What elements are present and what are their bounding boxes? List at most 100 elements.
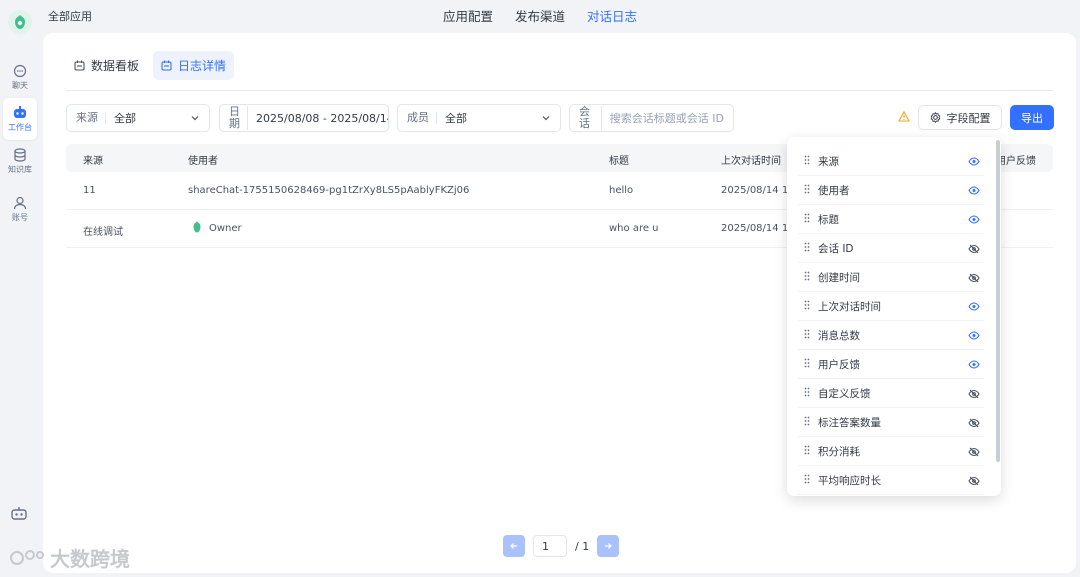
field-config-item-label: 自定义反馈 [818, 388, 871, 400]
database-icon [14, 147, 26, 162]
source-select[interactable]: 来源 全部 [66, 104, 210, 132]
drag-handle-icon[interactable] [804, 329, 810, 342]
cell-title: hello [609, 185, 634, 196]
rail-item-workbench[interactable]: 工作台 [3, 98, 37, 140]
page-total: / 1 [575, 539, 590, 553]
cell-title: who are u [609, 223, 659, 234]
tab-publish-channel[interactable]: 发布渠道 [515, 6, 565, 25]
chevron-down-icon [542, 116, 550, 121]
field-config-item-label: 创建时间 [818, 272, 860, 284]
tab-app-config[interactable]: 应用配置 [443, 6, 493, 25]
subtab-label: 日志详情 [178, 59, 227, 73]
field-config-item[interactable]: 积分消耗 [798, 438, 984, 466]
eye-icon[interactable] [968, 186, 980, 195]
arrow-right-icon [605, 543, 613, 549]
next-page-button[interactable] [597, 535, 620, 557]
field-config-item-label: 上次对话时间 [818, 301, 881, 313]
search-placeholder: 搜索会话标题或会话 ID [609, 112, 724, 125]
chevron-down-icon [191, 116, 199, 121]
member-select[interactable]: 成员 全部 [397, 104, 561, 132]
drag-handle-icon[interactable] [804, 358, 810, 371]
rail-item-account[interactable]: 账号 [3, 188, 37, 230]
date-range-picker[interactable]: 日期 2025/08/08 - 2025/08/14 [219, 104, 389, 132]
rail-item-chat[interactable]: 聊天 [3, 56, 37, 98]
dropdown-scrollbar[interactable] [996, 140, 1000, 462]
column-header: 使用者 [188, 156, 218, 167]
eye-icon[interactable] [968, 157, 980, 166]
session-search-input[interactable]: 会话 搜索会话标题或会话 ID [569, 104, 734, 132]
field-config-item[interactable]: 创建时间 [798, 264, 984, 292]
drag-handle-icon[interactable] [804, 474, 810, 487]
field-config-item-label: 标注答案数量 [818, 417, 881, 429]
watermark-text: 大数跨境 [50, 547, 130, 571]
eye-icon[interactable] [968, 215, 980, 224]
filter-key: 会话 [579, 106, 602, 130]
watermark: 大数跨境 [8, 543, 130, 572]
eye-off-icon[interactable] [968, 244, 980, 254]
subtab-dashboard[interactable]: 数据看板 [66, 51, 147, 80]
eye-off-icon[interactable] [968, 476, 980, 486]
eye-icon[interactable] [968, 331, 980, 340]
drag-handle-icon[interactable] [804, 242, 810, 255]
field-config-item[interactable]: 会话 ID [798, 235, 984, 263]
field-config-item-label: 使用者 [818, 185, 850, 197]
export-button[interactable]: 导出 [1010, 105, 1054, 130]
eye-icon[interactable] [968, 360, 980, 369]
field-config-item[interactable]: 使用者 [798, 177, 984, 205]
column-header: 来源 [83, 156, 103, 167]
eye-off-icon[interactable] [968, 273, 980, 283]
rail-item-label: 工作台 [8, 122, 32, 132]
field-config-item[interactable]: 标题 [798, 206, 984, 234]
eye-off-icon[interactable] [968, 418, 980, 428]
field-config-item-label: 来源 [818, 156, 839, 168]
field-config-button[interactable]: 字段配置 [918, 105, 1002, 130]
drag-handle-icon[interactable] [804, 445, 810, 458]
drag-handle-icon[interactable] [804, 155, 810, 168]
field-config-item[interactable]: 消息总数 [798, 322, 984, 350]
drag-handle-icon[interactable] [804, 184, 810, 197]
warning-icon [898, 110, 910, 125]
drag-handle-icon[interactable] [804, 300, 810, 313]
eye-off-icon[interactable] [968, 389, 980, 399]
field-config-item[interactable]: 来源 [798, 148, 984, 176]
drag-handle-icon[interactable] [804, 213, 810, 226]
bot-icon[interactable] [10, 506, 28, 525]
subtab-log-details[interactable]: 日志详情 [153, 51, 235, 80]
column-header: 标题 [609, 156, 629, 167]
prev-page-button[interactable] [503, 535, 525, 557]
field-config-item[interactable]: 标注答案数量 [798, 409, 984, 437]
field-config-item-label: 平均响应时长 [818, 475, 881, 487]
filter-value: 全部 [445, 112, 467, 125]
field-config-item-label: 会话 ID [818, 243, 854, 255]
field-config-item[interactable]: 上次对话时间 [798, 293, 984, 321]
drag-handle-icon[interactable] [804, 387, 810, 400]
cell-source: 11 [83, 185, 96, 196]
gear-icon [930, 112, 940, 123]
field-config-item[interactable]: 用户反馈 [798, 351, 984, 379]
user-icon [13, 196, 27, 209]
column-header: 用户反馈 [996, 156, 1036, 167]
arrow-left-icon [510, 543, 517, 549]
page-number-input[interactable]: 1 [533, 535, 567, 557]
subtab-label: 数据看板 [91, 59, 140, 73]
watermark-logo-icon [10, 549, 44, 565]
field-config-item[interactable]: 平均响应时长 [798, 467, 984, 495]
column-header: 上次对话时间 [721, 156, 781, 167]
rail-item-label: 聊天 [12, 80, 28, 90]
drag-handle-icon[interactable] [804, 271, 810, 284]
calendar-icon [74, 60, 85, 71]
drag-handle-icon[interactable] [804, 416, 810, 429]
field-config-item[interactable]: 自定义反馈 [798, 380, 984, 408]
calendar-icon [161, 60, 172, 71]
sub-tabs: 数据看板 日志详情 [66, 51, 235, 80]
tab-chat-logs[interactable]: 对话日志 [587, 6, 637, 25]
field-config-label: 字段配置 [946, 111, 991, 125]
cell-user: shareChat-1755150628469-pg1tZrXy8LS5pAab… [188, 185, 470, 196]
eye-icon[interactable] [968, 302, 980, 311]
left-rail: 聊天 工作台 知识库 账号 [0, 0, 40, 577]
eye-off-icon[interactable] [968, 447, 980, 457]
field-config-item-label: 标题 [818, 214, 839, 226]
chat-icon [13, 64, 27, 77]
field-config-item-label: 积分消耗 [818, 446, 860, 458]
rail-item-knowledge[interactable]: 知识库 [3, 140, 37, 182]
